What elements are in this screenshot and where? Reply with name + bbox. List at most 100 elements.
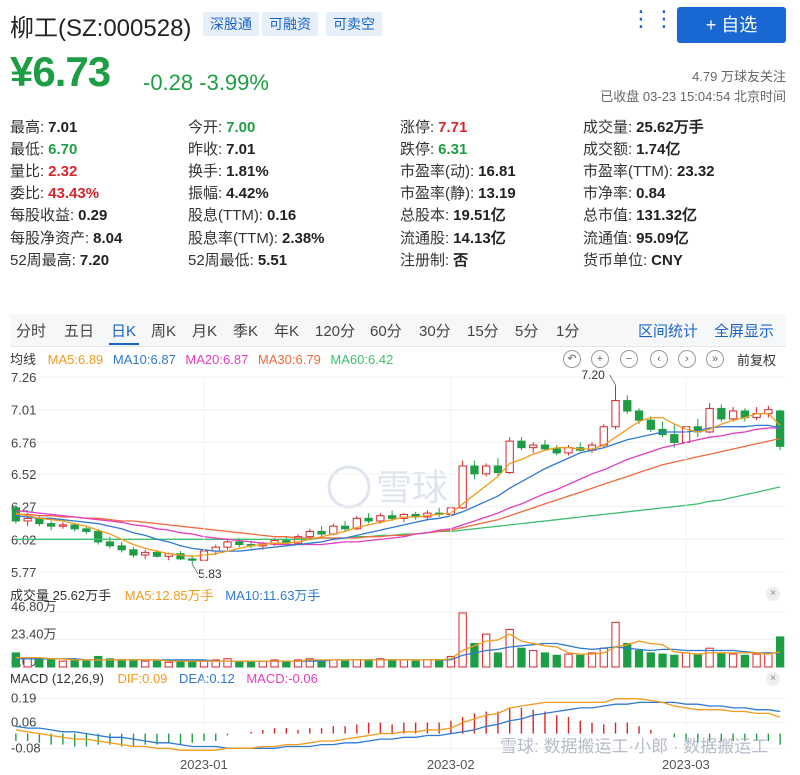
date-tick-label: 2023-02 xyxy=(427,757,475,772)
stock-chart[interactable]: 雪球 7.267.016.766.526.276.025.777.205.83 … xyxy=(0,0,800,775)
volume-bar xyxy=(411,660,420,668)
volume-bar xyxy=(740,654,749,668)
volume-bar xyxy=(493,652,503,668)
candle-body xyxy=(552,448,561,454)
candle-body xyxy=(540,444,550,450)
candle-body xyxy=(387,515,397,519)
candle-body xyxy=(152,551,162,557)
candle-body xyxy=(82,528,91,532)
volume-bar xyxy=(587,652,597,668)
volume-bar xyxy=(670,654,679,668)
candle-body xyxy=(94,530,103,543)
volume-bar xyxy=(576,654,585,668)
volume-bar xyxy=(764,652,773,668)
candle-body xyxy=(599,426,608,446)
candle-body xyxy=(634,410,644,421)
volume-bar xyxy=(658,653,667,668)
candle-body xyxy=(317,530,326,535)
date-tick-label: 2023-03 xyxy=(662,757,710,772)
candle-body xyxy=(376,515,385,522)
candle-body xyxy=(646,419,655,430)
price-tick-label: 7.01 xyxy=(11,403,36,418)
candle-body xyxy=(529,444,538,449)
annotation-pointer xyxy=(609,374,616,386)
candle-body xyxy=(129,549,138,556)
watermark-logo-icon xyxy=(327,465,371,509)
volume-bar xyxy=(129,659,138,668)
candle-body xyxy=(223,541,232,548)
high-price-label: 7.20 xyxy=(582,368,606,382)
candle-body xyxy=(775,410,785,447)
xueqiu-watermark: 雪球 xyxy=(327,465,448,509)
price-tick-label: 5.77 xyxy=(11,565,36,580)
volume-bar xyxy=(529,650,538,668)
volume-bar xyxy=(728,653,738,668)
macd-tick-label: 0.19 xyxy=(11,691,36,706)
volume-bar xyxy=(352,659,361,668)
volume-bar xyxy=(634,650,644,668)
volume-bar xyxy=(611,621,620,668)
volume-bar xyxy=(717,652,726,668)
price-tick-label: 6.52 xyxy=(11,467,36,482)
volume-bar xyxy=(152,660,162,668)
candle-body xyxy=(235,541,244,546)
volume-bar xyxy=(47,659,56,668)
volume-bar xyxy=(387,659,397,668)
volume-bar xyxy=(223,658,232,668)
candle-body xyxy=(188,558,197,561)
candle-body xyxy=(505,440,514,474)
volume-bar xyxy=(552,654,561,668)
volume-bar xyxy=(423,659,432,668)
candle-body xyxy=(728,410,738,420)
low-price-label: 5.83 xyxy=(198,567,222,581)
volume-bar xyxy=(435,659,444,668)
candle-body xyxy=(340,525,350,530)
candle-body xyxy=(717,407,726,420)
volume-bar xyxy=(188,660,197,668)
volume-bar xyxy=(564,653,573,668)
volume-bar xyxy=(246,660,256,668)
volume-bar xyxy=(752,653,761,668)
candle-body xyxy=(23,517,32,522)
volume-bar xyxy=(681,652,691,668)
volume-bar xyxy=(35,658,44,668)
candle-body xyxy=(493,465,503,474)
price-tick-label: 7.26 xyxy=(11,370,36,385)
candle-body xyxy=(670,434,679,443)
candle-body xyxy=(117,545,126,551)
volume-bar xyxy=(235,660,244,668)
candle-body xyxy=(623,400,632,412)
volume-bar xyxy=(258,660,267,668)
volume-tick-label: 23.40万 xyxy=(11,627,57,642)
volume-bar xyxy=(282,660,291,668)
candle-body xyxy=(305,530,314,538)
macd-tick-label: -0.08 xyxy=(11,740,41,755)
price-panel: 7.267.016.766.526.276.025.777.205.83 xyxy=(10,368,786,752)
volume-bar xyxy=(646,652,655,668)
volume-bar xyxy=(164,661,173,668)
candle-body xyxy=(70,524,79,530)
volume-bar xyxy=(340,660,350,668)
volume-bar xyxy=(693,653,702,668)
date-tick-label: 2023-01 xyxy=(180,757,228,772)
volume-bar xyxy=(94,655,103,668)
macd-panel: 0.190.06-0.082023-01 2023-02 2023-03 xyxy=(10,691,786,772)
volume-bar xyxy=(117,659,126,668)
volume-bar xyxy=(11,652,21,668)
candle-body xyxy=(482,465,491,475)
watermark-text: 雪球 xyxy=(376,467,448,508)
volume-panel: 46.80万23.40万0.00 xyxy=(10,599,786,669)
volume-bar xyxy=(70,659,79,668)
volume-bar xyxy=(364,659,373,668)
footer-watermark: 雪球: 数据搬运工·小郎 · 数据搬运工 xyxy=(500,737,768,756)
candle-body xyxy=(470,465,479,475)
volume-bar xyxy=(458,612,467,668)
candle-body xyxy=(58,524,68,527)
volume-bar xyxy=(58,660,68,668)
candle-body xyxy=(47,523,56,527)
volume-bar xyxy=(623,642,632,668)
volume-tick-label: 46.80万 xyxy=(11,599,57,614)
candle-body xyxy=(364,517,373,522)
candle-body xyxy=(517,440,526,449)
volume-bar xyxy=(399,659,409,668)
